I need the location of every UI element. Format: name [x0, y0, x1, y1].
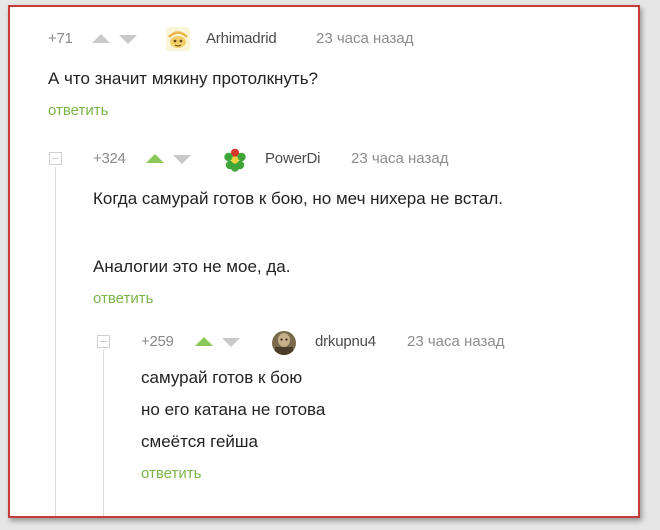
- author-name[interactable]: drkupnu4: [315, 330, 376, 354]
- comment-header: +259 drkupnu4 23 часа назад: [141, 330, 621, 355]
- collapse-thread-button[interactable]: [97, 335, 110, 348]
- collapse-thread-button[interactable]: [49, 152, 62, 165]
- author-name[interactable]: Arhimadrid: [206, 27, 277, 51]
- comment-powerdi: +324 PowerDi 23 часа назад Когда самурай…: [93, 147, 633, 309]
- comment-text-line: но его катана не готова: [141, 400, 326, 419]
- screenshot-frame: +71 Arhimadrid 23 часа назад А что значи…: [8, 5, 640, 518]
- reply-link[interactable]: ответить: [48, 101, 608, 121]
- icq-flower-avatar-icon[interactable]: [222, 147, 246, 172]
- downvote-arrow-icon[interactable]: [119, 35, 137, 44]
- downvote-arrow-icon[interactable]: [173, 155, 191, 164]
- photo-avatar-icon[interactable]: [271, 330, 296, 355]
- comment-header: +71 Arhimadrid 23 часа назад: [48, 27, 608, 51]
- cartoon-face-avatar-icon[interactable]: [166, 27, 190, 51]
- author-name[interactable]: PowerDi: [265, 147, 320, 171]
- comment-arhimadrid: +71 Arhimadrid 23 часа назад А что значи…: [48, 27, 608, 121]
- comment-drkupnu4: +259 drkupnu4 23 часа назад самурай гото…: [141, 330, 621, 484]
- upvote-arrow-icon[interactable]: [92, 34, 110, 43]
- comment-text-line: Когда самурай готов к бою, но меч нихера…: [93, 189, 504, 208]
- timestamp: 23 часа назад: [316, 30, 414, 47]
- upvote-arrow-icon[interactable]: [195, 337, 213, 346]
- timestamp: 23 часа назад: [351, 150, 449, 167]
- thread-line: [103, 350, 104, 516]
- comment-text-line: самурай готов к бою: [141, 368, 303, 387]
- comment-text-line: смеётся гейша: [141, 432, 258, 451]
- comment-text-line: Аналогии это не мое, да.: [93, 257, 291, 276]
- rating-count: +324: [93, 150, 126, 167]
- rating-count: +71: [48, 30, 73, 47]
- comment-text-line: А что значит мякину протолкнуть?: [48, 69, 319, 88]
- comment-header: +324 PowerDi 23 часа назад: [93, 147, 633, 172]
- timestamp: 23 часа назад: [407, 333, 505, 350]
- thread-line: [55, 167, 56, 516]
- rating-count: +259: [141, 333, 174, 350]
- reply-link[interactable]: ответить: [141, 464, 621, 484]
- downvote-arrow-icon[interactable]: [222, 338, 240, 347]
- reply-link[interactable]: ответить: [93, 289, 633, 309]
- upvote-arrow-icon[interactable]: [146, 154, 164, 163]
